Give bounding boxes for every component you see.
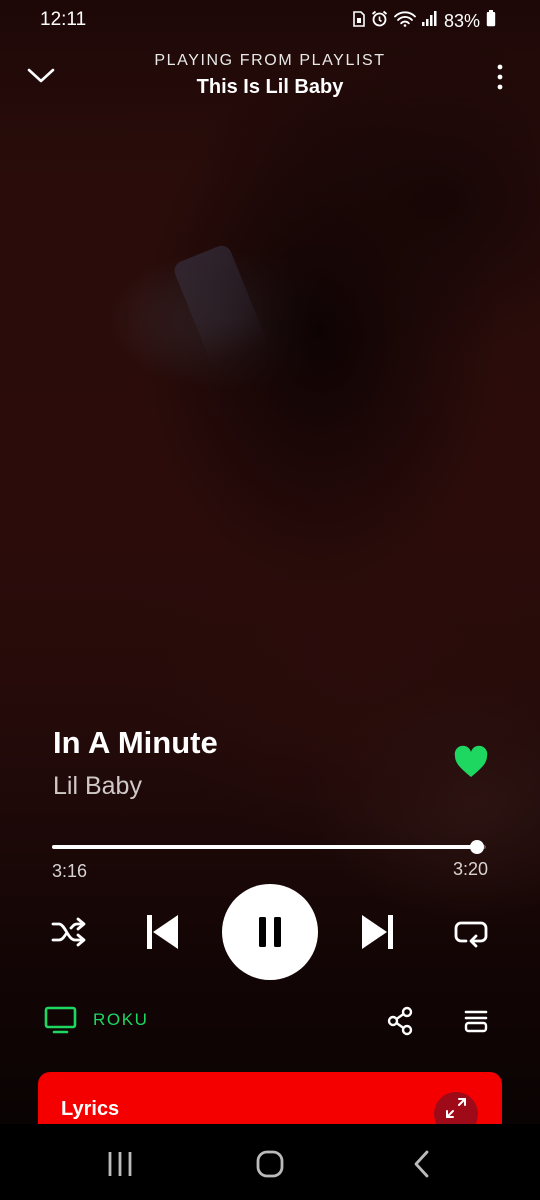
back-button[interactable]	[392, 1144, 452, 1184]
more-options-button[interactable]	[490, 62, 510, 92]
shuffle-icon	[51, 917, 86, 947]
heart-filled-icon	[454, 745, 488, 777]
home-icon	[256, 1150, 284, 1178]
now-playing-header: PLAYING FROM PLAYLIST This Is Lil Baby	[0, 46, 540, 106]
lyrics-expand-button[interactable]	[434, 1092, 478, 1124]
wifi-icon	[394, 10, 416, 32]
more-vertical-icon	[497, 64, 503, 90]
recent-apps-icon	[108, 1152, 132, 1176]
status-time: 12:11	[40, 9, 87, 30]
playing-from-label: PLAYING FROM PLAYLIST	[154, 52, 386, 69]
track-title[interactable]: In A Minute	[53, 725, 218, 761]
system-nav-bar	[0, 1124, 540, 1200]
like-button[interactable]	[452, 744, 490, 780]
share-icon	[387, 1006, 413, 1036]
pause-button[interactable]	[222, 884, 318, 980]
album-art-detail	[171, 242, 269, 368]
previous-button[interactable]	[142, 910, 182, 954]
queue-icon	[464, 1010, 488, 1033]
tv-icon	[44, 1006, 77, 1034]
back-icon	[414, 1150, 429, 1178]
total-time: 3:20	[452, 859, 488, 879]
connect-device-button[interactable]: ROKU	[44, 1002, 149, 1038]
track-artist[interactable]: Lil Baby	[53, 772, 142, 801]
alarm-icon	[371, 10, 388, 32]
next-icon	[362, 915, 393, 949]
recent-apps-button[interactable]	[90, 1144, 150, 1184]
queue-button[interactable]	[461, 1006, 491, 1036]
battery-percent: 83%	[443, 10, 480, 31]
elapsed-time: 3:16	[52, 861, 88, 881]
playlist-name[interactable]: This Is Lil Baby	[0, 76, 540, 99]
progress-thumb[interactable]	[470, 840, 485, 854]
shuffle-button[interactable]	[48, 912, 90, 952]
battery-icon	[486, 10, 496, 32]
device-name: ROKU	[93, 1010, 149, 1029]
progress-bar[interactable]	[52, 840, 486, 854]
progress-fill	[52, 845, 478, 849]
share-button[interactable]	[385, 1005, 415, 1037]
pause-icon	[259, 917, 281, 947]
sim-icon	[353, 10, 365, 32]
repeat-button[interactable]	[450, 912, 492, 952]
expand-icon	[446, 1098, 466, 1118]
signal-icon	[421, 11, 438, 31]
status-bar: 12:11 83%	[0, 0, 540, 40]
previous-icon	[147, 915, 178, 949]
next-button[interactable]	[358, 910, 398, 954]
home-button[interactable]	[240, 1144, 300, 1184]
lyrics-label: Lyrics	[61, 1098, 120, 1120]
status-icons: 83%	[353, 10, 496, 32]
lyrics-card[interactable]: Lyrics	[38, 1072, 502, 1124]
repeat-icon	[454, 921, 488, 948]
